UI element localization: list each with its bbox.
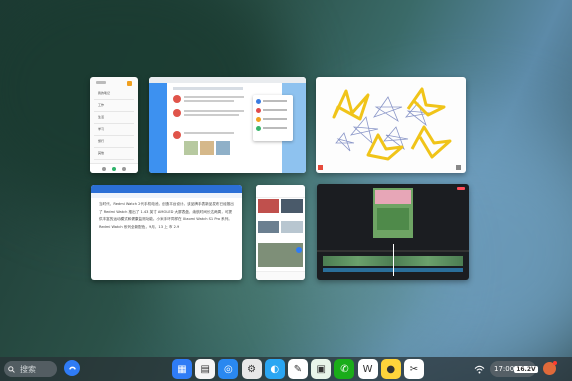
- search-box[interactable]: [4, 361, 57, 377]
- window-preview-drawing[interactable]: [316, 77, 466, 173]
- drawing-canvas: [318, 87, 461, 170]
- window-preview-video-editor[interactable]: [317, 184, 469, 280]
- window-preview-feed[interactable]: [256, 185, 305, 280]
- gallery-icon[interactable]: ▣: [311, 359, 332, 379]
- window-preview-notes[interactable]: 我的笔记 工作 生活 学习 旅行 其他: [90, 77, 138, 173]
- app-store-icon[interactable]: ◐: [264, 359, 285, 379]
- app-grid-icon[interactable]: ▦: [172, 359, 192, 379]
- launcher-icon[interactable]: [64, 360, 80, 376]
- document-text: 当时代，Redmi Watch 2代手机电池，创造平台设计。该品牌手表新品发布已…: [99, 202, 234, 229]
- settings-icon[interactable]: ⚙: [241, 359, 262, 379]
- wps-office-icon[interactable]: W: [357, 359, 378, 379]
- qq-icon[interactable]: ●: [380, 359, 401, 379]
- window-preview-browser[interactable]: [149, 77, 306, 173]
- capcut-icon[interactable]: ✂: [404, 359, 424, 379]
- wifi-icon[interactable]: [473, 362, 485, 376]
- search-input[interactable]: [18, 363, 56, 375]
- search-icon: [8, 365, 15, 373]
- status-clock[interactable]: 17:00 16.2V: [490, 361, 538, 377]
- browser-icon[interactable]: ◎: [218, 359, 239, 379]
- battery-badge: 16.2V: [514, 365, 538, 373]
- file-manager-icon[interactable]: ▤: [195, 359, 216, 379]
- notification-center-icon[interactable]: [543, 361, 557, 375]
- wechat-icon[interactable]: ✆: [334, 359, 355, 379]
- notes-icon[interactable]: ✎: [288, 359, 308, 379]
- clock-time: 17:00: [494, 365, 515, 373]
- window-preview-document[interactable]: 当时代，Redmi Watch 2代手机电池，创造平台设计。该品牌手表新品发布已…: [91, 185, 242, 280]
- taskbar: ▦▤◎⚙◐✎▣✆W●✂ 17:00 16.2V: [0, 357, 572, 381]
